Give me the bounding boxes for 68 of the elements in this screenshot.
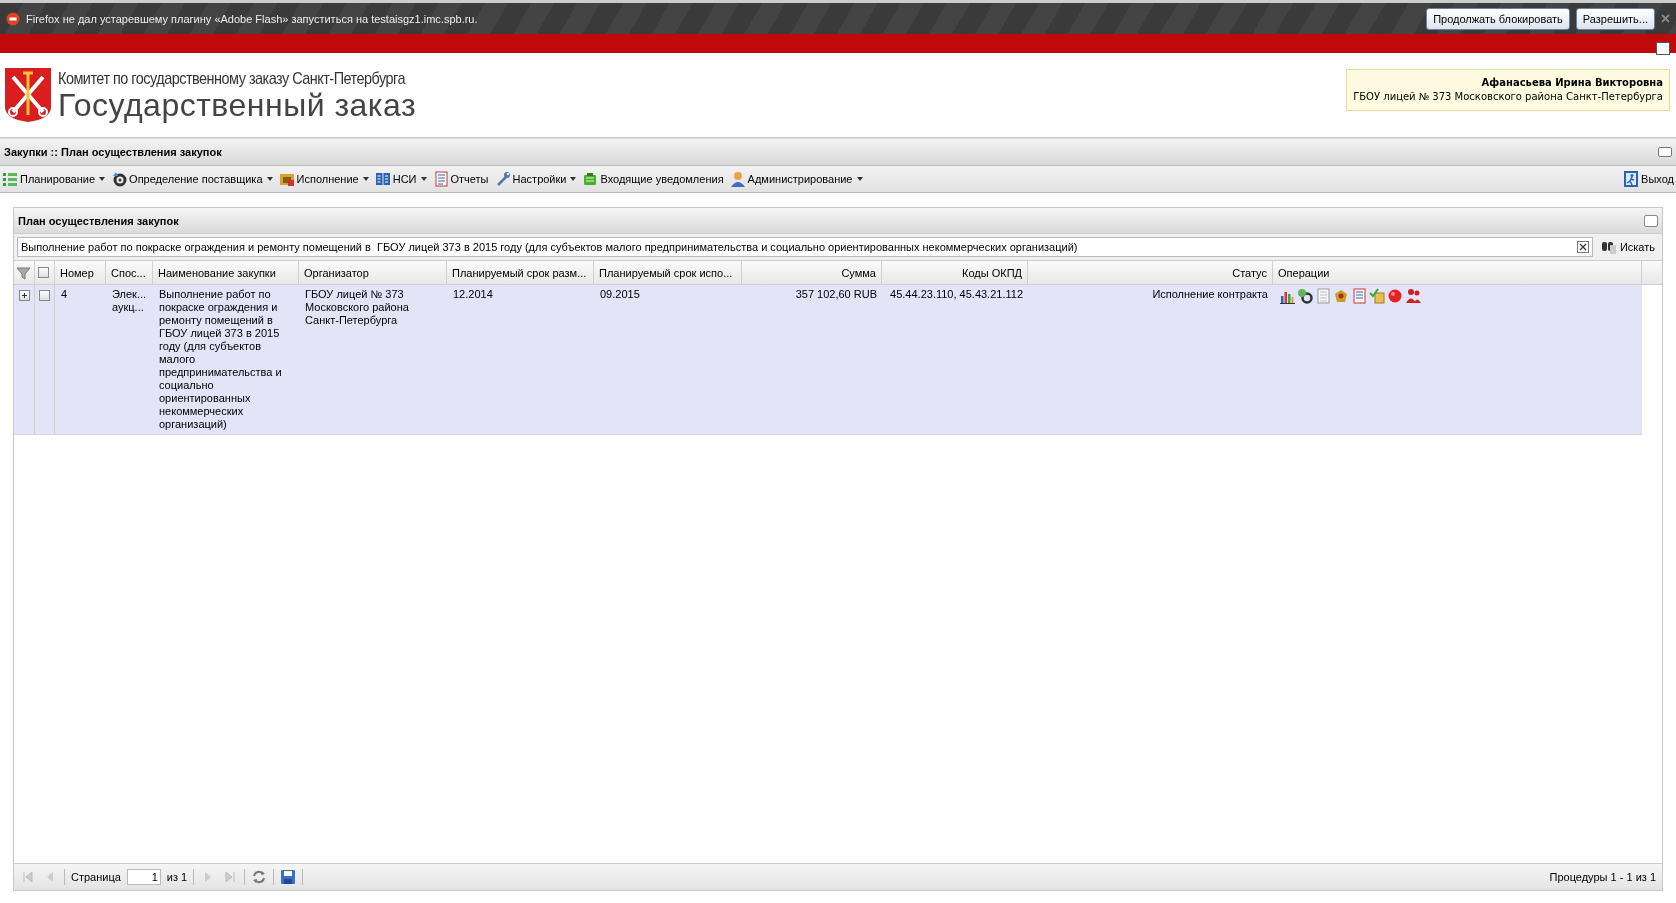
site-title: Государственный заказ: [58, 89, 418, 121]
user-name: Афанасьева Ирина Викторовна: [1480, 76, 1663, 90]
search-field[interactable]: Выполнение работ по покраске ограждения и ремонту помещений в ГБОУ лицей 373 в 2015 году (для субъектов малого предпринимательства и социально ориентированных некоммерческих организаций): [17, 237, 1593, 257]
menu-item[interactable]: Отчеты: [432, 171, 489, 187]
list-icon: [2, 171, 18, 187]
column-header[interactable]: Операции: [1273, 261, 1642, 284]
table-cell: Выполнение работ по покраске ограждения и ремонту помещений в ГБОУ лицей 373 в 2015 году (для субъектов малого предпринимательства и социально ориентированных некоммерческих организаций): [159, 288, 282, 430]
select-all-checkbox[interactable]: [38, 267, 49, 278]
table-cell: 357 102,60 RUB: [795, 288, 877, 300]
stop-icon[interactable]: [1387, 288, 1403, 304]
notification-button[interactable]: Продолжать блокировать: [1426, 7, 1570, 30]
breadcrumb: Закупки :: План осуществления закупок: [4, 146, 223, 158]
row-checkbox[interactable]: [39, 290, 50, 301]
column-header[interactable]: Номер: [55, 261, 106, 284]
notification-button[interactable]: Разрешить...: [1575, 7, 1655, 30]
column-header[interactable]: Сумма: [742, 261, 882, 284]
organization-subtitle: Комитет по государственному заказу Санкт-Петербурга: [58, 69, 407, 89]
column-header[interactable]: Спос...: [106, 261, 153, 284]
menu-item[interactable]: Входящие уведомления: [582, 171, 724, 187]
menu-item[interactable]: НСИ: [374, 171, 427, 187]
menu-item[interactable]: Определение поставщика: [111, 171, 273, 187]
logout-button[interactable]: Выход: [1623, 171, 1674, 187]
page-label: Страница: [71, 871, 121, 883]
column-header[interactable]: Статус: [1028, 261, 1273, 284]
records-summary: Процедуры 1 - 1 из 1: [1549, 871, 1656, 883]
panel-title: План осуществления закупок: [18, 214, 180, 227]
book-icon: [374, 171, 391, 187]
table-cell: 45.44.23.110, 45.43.21.112: [890, 288, 1023, 300]
notebook-icon: [432, 171, 449, 187]
blocked-plugin-icon: [6, 11, 20, 26]
folder-icon: [278, 171, 295, 187]
clear-icon[interactable]: [1576, 241, 1589, 253]
table-cell: 4: [61, 288, 68, 300]
column-header[interactable]: Коды ОКПД: [882, 261, 1028, 284]
close-button[interactable]: [1656, 42, 1670, 55]
user-icon: [729, 171, 746, 187]
exit-icon: [1623, 171, 1640, 187]
filter-icon[interactable]: [16, 265, 31, 280]
menu-item[interactable]: Исполнение: [278, 171, 369, 187]
menu-item[interactable]: Планирование: [2, 171, 106, 187]
column-header[interactable]: Планируемый срок разм...: [447, 261, 594, 284]
save-icon[interactable]: [280, 869, 297, 885]
inbox-icon: [582, 171, 599, 187]
checklist-icon[interactable]: [1369, 288, 1385, 304]
table-cell: 09.2015: [600, 288, 640, 300]
plus-icon: [19, 291, 29, 300]
menu-item[interactable]: Настройки: [494, 171, 577, 187]
page-field[interactable]: 1: [126, 869, 161, 885]
user-organization: ГБОУ лицей № 373 Московского района Санкт-Петербурга: [1353, 90, 1663, 104]
page-count: из 1: [166, 871, 188, 883]
search-button[interactable]: Искать: [1596, 240, 1659, 254]
binoculars-icon: [1600, 240, 1617, 254]
notebook-icon[interactable]: [1351, 288, 1367, 304]
notification-message: Firefox не дал устаревшему плагину «Adobe Flash» запуститься на testaisgz1.imc.spb.ru.: [26, 12, 479, 25]
table-cell: ГБОУ лицей № 373 Московского района Санкт-Петербурга: [305, 288, 409, 326]
people-icon[interactable]: [1405, 288, 1421, 304]
menu-item[interactable]: Администрирование: [729, 171, 863, 187]
close-icon[interactable]: [1661, 14, 1670, 23]
expand-button[interactable]: [18, 290, 30, 301]
collapse-button[interactable]: [1658, 147, 1672, 157]
column-header[interactable]: Планируемый срок испо...: [594, 261, 742, 284]
table-cell: Исполнение контракта: [1152, 288, 1268, 300]
refresh-icon[interactable]: [251, 869, 268, 885]
table-cell: 12.2014: [453, 288, 493, 300]
column-header[interactable]: Организатор: [299, 261, 447, 284]
column-header[interactable]: Наименование закупки: [153, 261, 299, 284]
table-cell: Элек... аукц...: [112, 288, 147, 313]
refresh-button[interactable]: [1644, 214, 1658, 227]
